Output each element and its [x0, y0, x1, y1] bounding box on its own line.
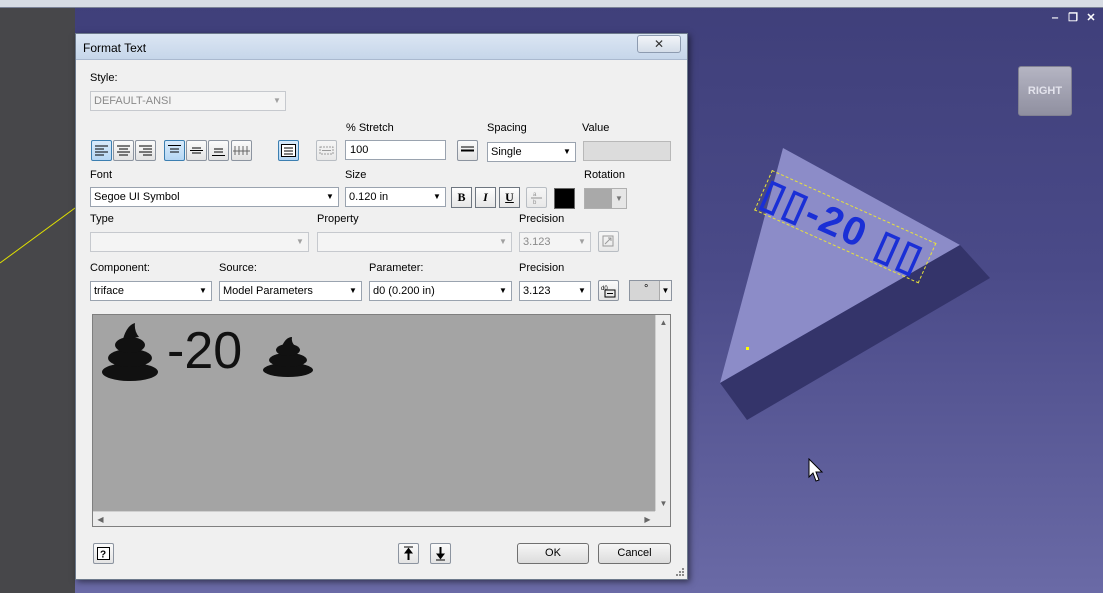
source-label: Source: [219, 262, 257, 274]
3d-model-triangle[interactable] [690, 130, 1103, 460]
text-color-swatch[interactable] [554, 188, 575, 209]
parameter-label: Parameter: [369, 262, 424, 274]
component-label: Component: [90, 262, 150, 274]
align-center-button[interactable] [113, 140, 134, 161]
precision-label-2: Precision [519, 262, 565, 274]
window-controls: ‒ ❐ ✕ [1049, 12, 1097, 24]
value-input [583, 141, 671, 161]
type-label: Type [90, 213, 114, 225]
style-label: Style: [90, 72, 118, 84]
scroll-left-icon[interactable]: ◀ [93, 512, 108, 527]
mouse-pointer-icon [808, 458, 824, 482]
svg-text:b: b [533, 200, 537, 205]
font-select[interactable]: Segoe UI Symbol ▼ [90, 187, 339, 207]
dialog-title: Format Text [83, 41, 147, 55]
pile-of-poo-icon [263, 337, 314, 377]
value-label: Value [582, 122, 610, 134]
left-viewport-panel [0, 8, 75, 593]
minimize-icon[interactable]: ‒ [1049, 12, 1061, 24]
restore-icon[interactable]: ❐ [1067, 12, 1079, 24]
horizontal-scrollbar[interactable]: ◀ ▶ [93, 511, 655, 526]
italic-button[interactable]: I [475, 187, 496, 208]
preview-content: -20 [101, 321, 314, 381]
scrollbar-corner [655, 511, 670, 526]
move-down-icon[interactable] [430, 543, 451, 564]
size-label: Size [345, 169, 367, 181]
align-baseline-button[interactable] [231, 140, 252, 161]
close-button[interactable]: ✕ [637, 35, 681, 53]
precision-select-1: 3.123 ▼ [519, 232, 591, 252]
cancel-button[interactable]: Cancel [598, 543, 671, 564]
spacing-select[interactable]: Single ▼ [487, 142, 576, 162]
underline-button[interactable]: U [499, 187, 520, 208]
resize-grip-icon[interactable] [675, 567, 685, 577]
close-window-icon[interactable]: ✕ [1085, 12, 1097, 24]
pile-of-poo-icon [102, 323, 158, 381]
property-select: ▼ [317, 232, 512, 252]
add-property-icon [598, 231, 619, 252]
style-select: DEFAULT-ANSI ▼ [90, 91, 286, 111]
text-preview-area[interactable]: -20 ▲ ▼ ◀ ▶ [92, 314, 671, 527]
symbol-select[interactable]: ° ▼ [629, 280, 672, 301]
preview-value-text: -20 [167, 322, 243, 380]
align-right-button[interactable] [135, 140, 156, 161]
ok-button[interactable]: OK [517, 543, 589, 564]
scroll-right-icon[interactable]: ▶ [640, 512, 655, 527]
precision-label-1: Precision [519, 213, 565, 225]
align-bottom-button[interactable] [208, 140, 229, 161]
size-select[interactable]: 0.120 in ▼ [345, 187, 446, 207]
component-select[interactable]: triface ▼ [90, 281, 212, 301]
format-text-dialog: Format Text ✕ Style: DEFAULT-ANSI ▼ % Str… [75, 33, 688, 580]
stretch-label: % Stretch [346, 122, 394, 134]
svg-text:?: ? [100, 550, 106, 561]
svg-text:a: a [533, 192, 537, 198]
vertical-scrollbar[interactable]: ▲ ▼ [655, 315, 670, 511]
scroll-up-icon[interactable]: ▲ [656, 315, 671, 330]
stretch-input[interactable]: 100 [345, 140, 446, 160]
rotation-select[interactable]: ▼ [584, 188, 627, 209]
type-select: ▼ [90, 232, 309, 252]
property-label: Property [317, 213, 359, 225]
dialog-titlebar[interactable]: Format Text ✕ [76, 34, 687, 60]
fit-text-button [316, 140, 337, 161]
text-frame-button[interactable] [278, 140, 299, 161]
view-cube[interactable]: RIGHT [1018, 66, 1072, 116]
help-icon[interactable]: ? [93, 543, 114, 564]
application-top-strip [0, 0, 1103, 8]
source-select[interactable]: Model Parameters ▼ [219, 281, 362, 301]
align-top-button[interactable] [164, 140, 185, 161]
rotation-label: Rotation [584, 169, 625, 181]
font-label: Font [90, 169, 113, 181]
align-middle-button[interactable] [186, 140, 207, 161]
move-up-icon[interactable] [398, 543, 419, 564]
parameter-select[interactable]: d0 (0.200 in) ▼ [369, 281, 512, 301]
line-spacing-icon[interactable] [457, 140, 478, 161]
bold-button[interactable]: B [451, 187, 472, 208]
add-parameter-icon[interactable]: d0 [598, 280, 619, 301]
stack-fraction-icon: ab [526, 187, 547, 208]
spacing-label: Spacing [487, 122, 527, 134]
scroll-down-icon[interactable]: ▼ [656, 496, 671, 511]
precision-select-2[interactable]: 3.123 ▼ [519, 281, 591, 301]
align-left-button[interactable] [91, 140, 112, 161]
